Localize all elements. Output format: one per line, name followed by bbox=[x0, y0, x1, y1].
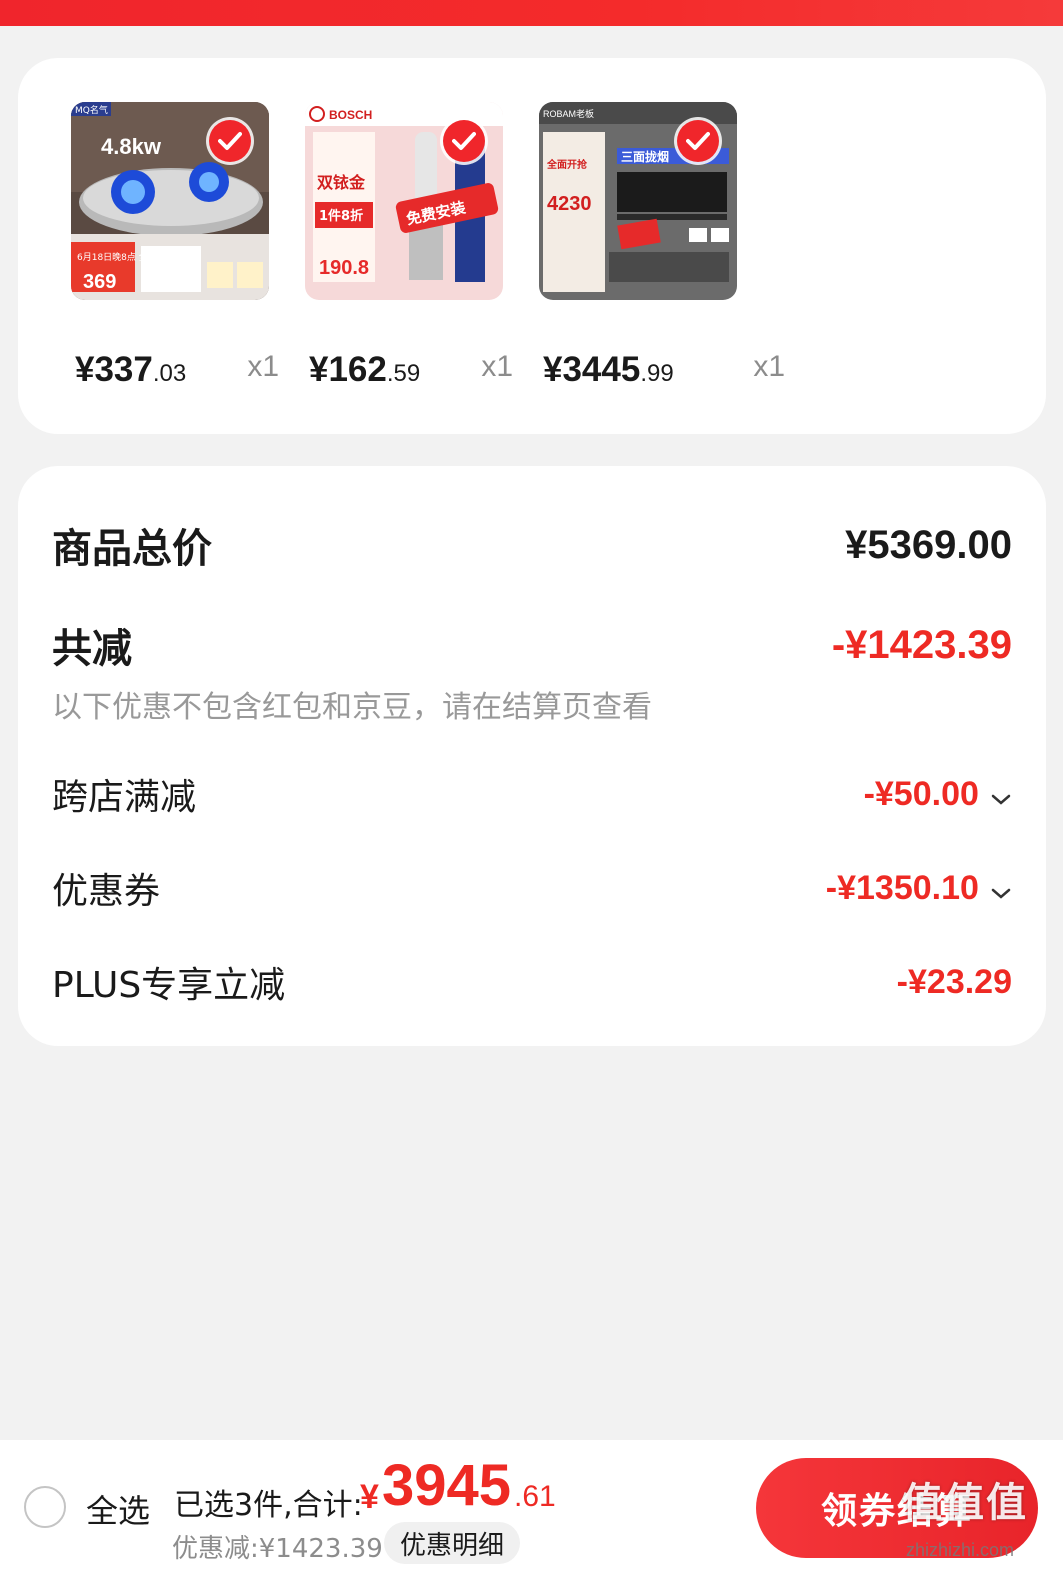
product-price-row: ¥3445 .99 x1 bbox=[543, 350, 785, 390]
watermark-url: zhizhizhi.com bbox=[906, 1540, 1015, 1560]
product-item-spark-plug[interactable]: BOSCH 双铱金 1件8折 190.8 免费安装 ¥162 .59 x1 bbox=[305, 102, 513, 389]
discount-value: -¥23.29 bbox=[896, 962, 1012, 1001]
svg-text:1件8折: 1件8折 bbox=[319, 208, 363, 224]
product-thumbnail[interactable]: BOSCH 双铱金 1件8折 190.8 免费安装 bbox=[305, 102, 503, 300]
selected-count-text: 已选3件,合计: bbox=[174, 1488, 363, 1523]
discount-label: 优惠券 bbox=[52, 871, 161, 912]
total-reduction-label: 共减 bbox=[52, 626, 132, 672]
discount-summary-text: 优惠减:¥1423.39 bbox=[172, 1534, 383, 1564]
product-price-integer: ¥162 bbox=[309, 350, 387, 389]
brand-logo-text: MQ名气 bbox=[75, 104, 108, 116]
product-thumbnail[interactable]: ROBAM老板 全面开抢 4230 三面拢烟 bbox=[539, 102, 737, 300]
product-thumbnail[interactable]: MQ名气 4.8kw 6月18日晚8点 全面开抢 369 bbox=[71, 102, 269, 300]
product-item-gas-stove[interactable]: MQ名气 4.8kw 6月18日晚8点 全面开抢 369 ¥337 .03 x1 bbox=[71, 102, 279, 389]
discount-note: 以下优惠不包含红包和京豆，请在结算页查看 bbox=[52, 690, 652, 725]
product-price-decimal: .59 bbox=[386, 360, 421, 387]
discount-row-cross-store[interactable]: 跨店满减 -¥50.00 bbox=[52, 768, 1012, 820]
discount-row-plus: PLUS专享立减 -¥23.29 bbox=[52, 956, 1012, 1008]
checked-icon[interactable] bbox=[677, 120, 719, 162]
discount-value-group[interactable]: -¥50.00 bbox=[864, 775, 1012, 814]
select-all-radio[interactable] bbox=[24, 1486, 66, 1528]
discount-detail-button[interactable]: 优惠明细 bbox=[384, 1522, 520, 1564]
product-price-integer: ¥3445 bbox=[543, 350, 641, 389]
total-price-row: 商品总价 ¥5369.00 bbox=[52, 516, 1012, 574]
checked-icon[interactable] bbox=[209, 120, 251, 162]
svg-text:三面拢烟: 三面拢烟 bbox=[621, 149, 669, 164]
product-price-row: ¥162 .59 x1 bbox=[309, 350, 549, 390]
checked-icon[interactable] bbox=[443, 120, 485, 162]
total-reduction-row: 共减 -¥1423.39 bbox=[52, 616, 1012, 674]
discount-row-coupon[interactable]: 优惠券 -¥1350.10 bbox=[52, 862, 1012, 914]
svg-text:369: 369 bbox=[83, 271, 116, 293]
product-price-decimal: .03 bbox=[152, 360, 187, 387]
total-price-label: 商品总价 bbox=[52, 526, 212, 572]
svg-text:双铱金: 双铱金 bbox=[317, 173, 366, 192]
product-price-row: ¥337 .03 x1 bbox=[75, 350, 315, 390]
discount-label: 跨店满减 bbox=[52, 777, 197, 818]
brand-logo-text: ROBAM老板 bbox=[543, 108, 594, 119]
total-amount-integer: 3945 bbox=[382, 1453, 512, 1518]
discount-label: PLUS专享立减 bbox=[52, 965, 286, 1006]
total-amount-decimal: .61 bbox=[514, 1480, 556, 1513]
product-price-integer: ¥337 bbox=[75, 350, 153, 389]
top-status-bar bbox=[0, 0, 1063, 26]
total-reduction-value: -¥1423.39 bbox=[831, 622, 1012, 667]
watermark-logo: 值值值 bbox=[902, 1480, 1028, 1526]
discount-value: -¥1350.10 bbox=[825, 868, 979, 907]
product-quantity: x1 bbox=[753, 350, 785, 383]
svg-text:4230: 4230 bbox=[547, 193, 592, 215]
chevron-down-icon[interactable] bbox=[990, 887, 1012, 901]
total-price-value: ¥5369.00 bbox=[845, 522, 1012, 567]
select-all-label[interactable]: 全选 bbox=[86, 1486, 150, 1532]
discount-value: -¥50.00 bbox=[863, 774, 979, 813]
selected-products-card: MQ名气 4.8kw 6月18日晚8点 全面开抢 369 ¥337 .03 x1… bbox=[18, 58, 1046, 434]
discount-value-group[interactable]: -¥1350.10 bbox=[826, 869, 1012, 908]
svg-text:190.8: 190.8 bbox=[319, 257, 369, 279]
product-quantity: x1 bbox=[247, 350, 279, 383]
product-quantity: x1 bbox=[481, 350, 513, 383]
brand-logo-text: BOSCH bbox=[329, 108, 372, 122]
svg-text:全面开抢: 全面开抢 bbox=[546, 158, 588, 171]
chevron-down-icon[interactable] bbox=[990, 793, 1012, 807]
product-price-decimal: .99 bbox=[640, 360, 674, 387]
svg-text:4.8kw: 4.8kw bbox=[101, 134, 162, 159]
product-item-range-hood[interactable]: ROBAM老板 全面开抢 4230 三面拢烟 ¥3445 .99 x1 bbox=[539, 102, 785, 389]
price-summary-card: 商品总价 ¥5369.00 共减 -¥1423.39 以下优惠不包含红包和京豆，… bbox=[18, 466, 1046, 1046]
total-currency-symbol: ¥ bbox=[360, 1478, 379, 1516]
